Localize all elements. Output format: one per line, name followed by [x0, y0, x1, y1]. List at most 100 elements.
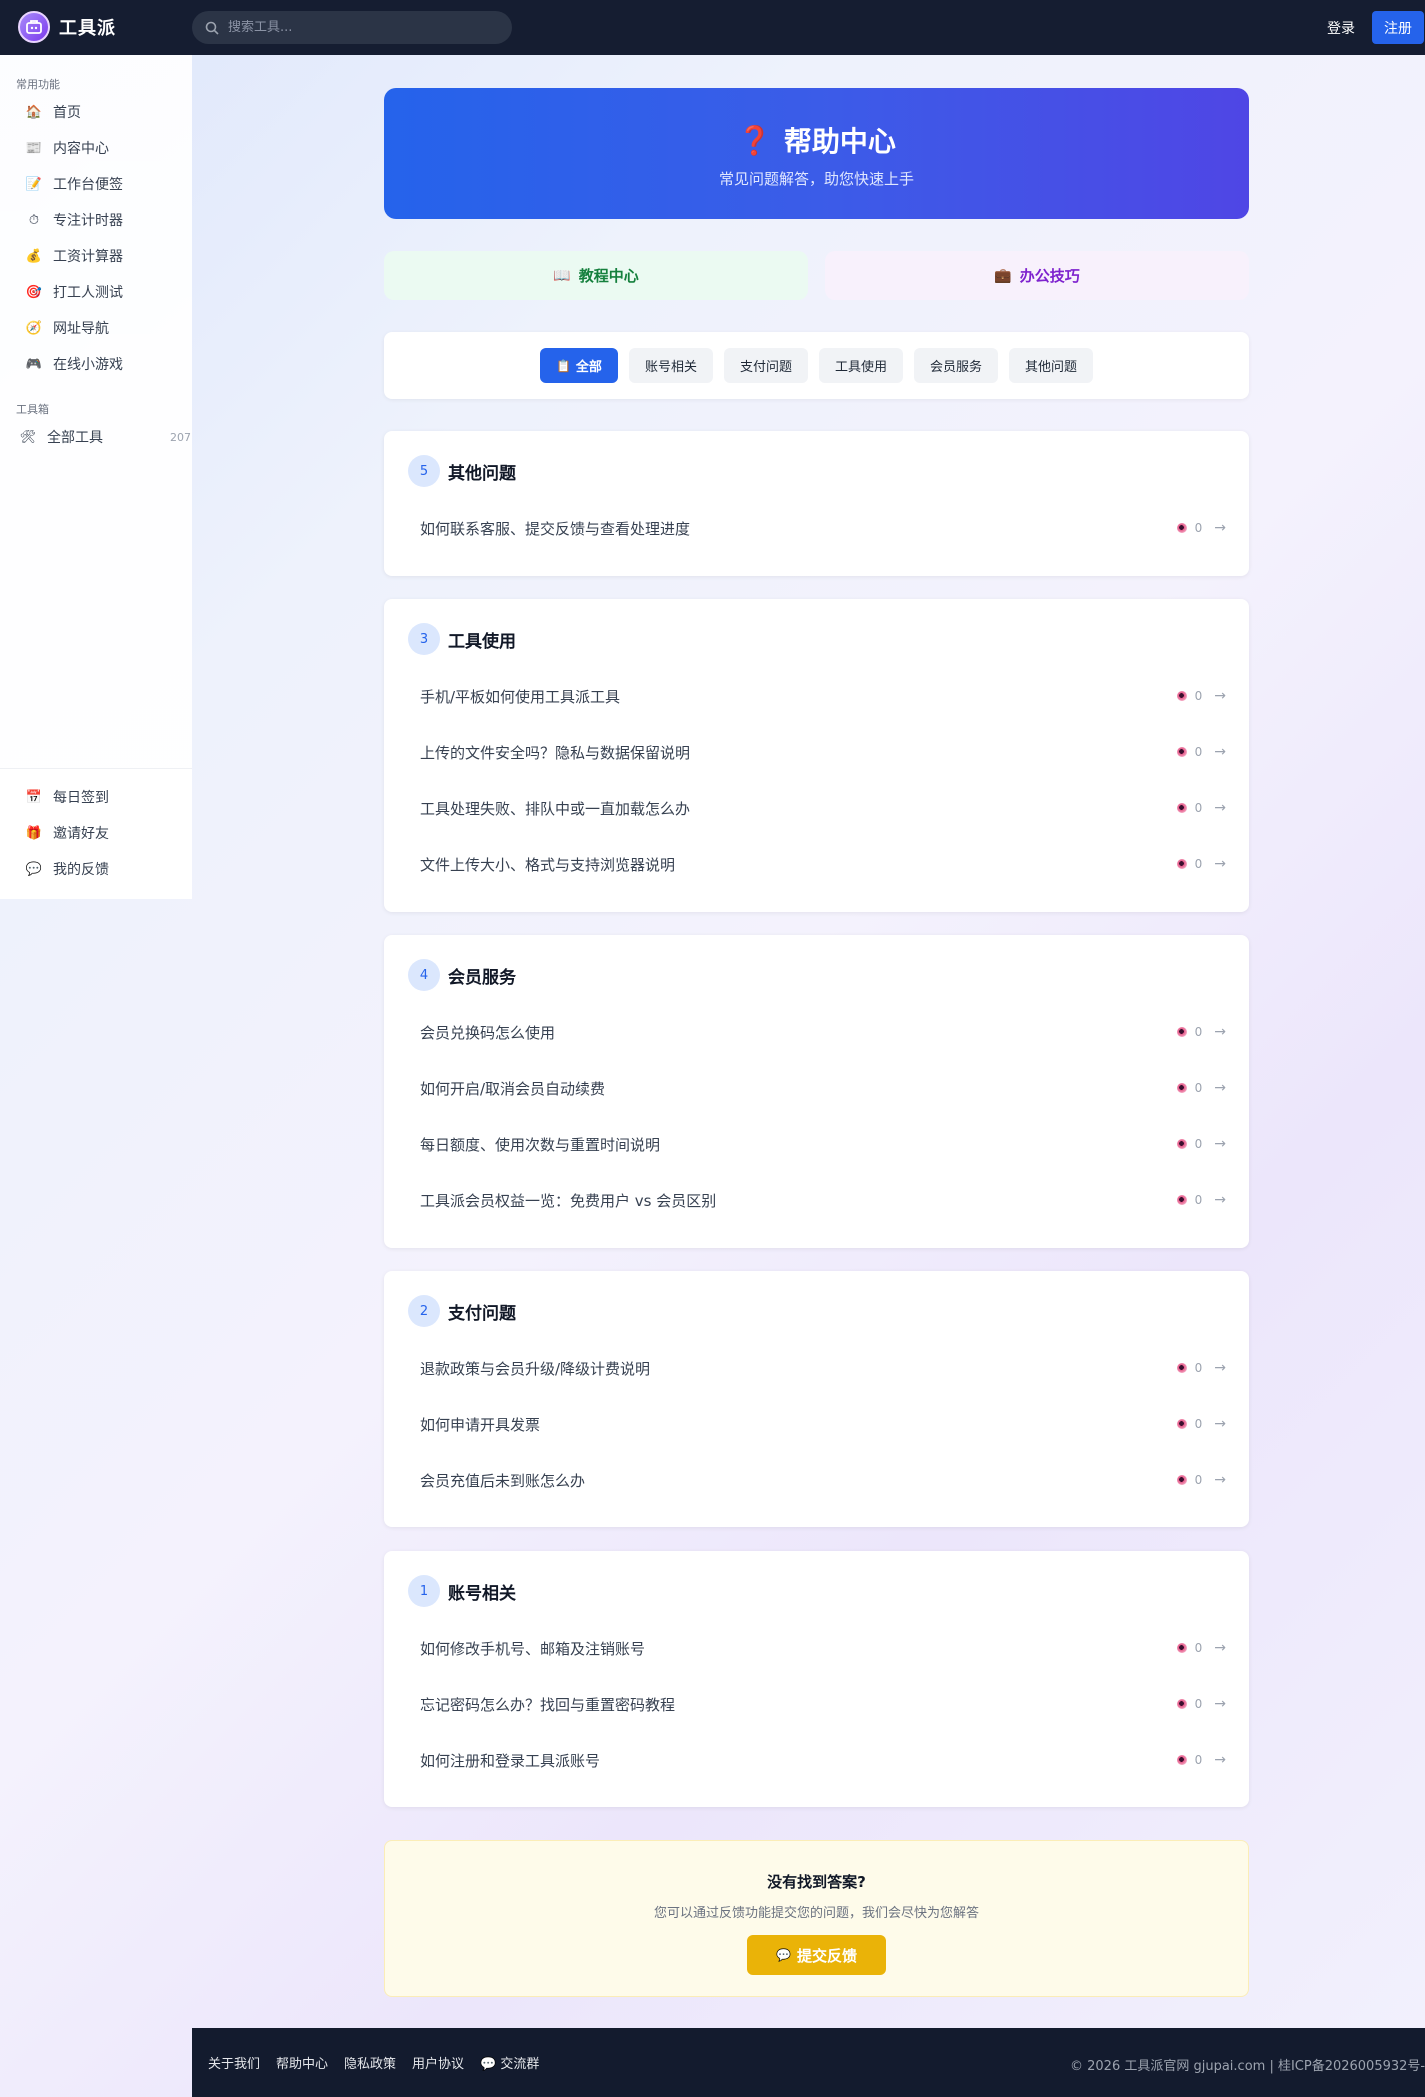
- question-text: 如何注册和登录工具派账号: [420, 1751, 601, 1770]
- sidebar-item-mini-games[interactable]: 🎮 在线小游戏: [25, 354, 123, 374]
- sidebar-item-home[interactable]: 🏠 首页: [25, 102, 81, 122]
- view-count-value: 0: [1194, 689, 1203, 703]
- footer-links: 关于我们 帮助中心 隐私政策 用户协议 💬 交流群: [208, 2053, 539, 2072]
- footer-link-privacy[interactable]: 隐私政策: [344, 2053, 396, 2072]
- faq-question-row[interactable]: 如何申请开具发票 0 →: [420, 1409, 1226, 1439]
- faq-question-row[interactable]: 工具处理失败、排队中或一直加载怎么办 0 →: [420, 793, 1226, 823]
- eye-icon: [1176, 523, 1187, 533]
- faq-group-account: 1 账号相关 如何修改手机号、邮箱及注销账号 0 → 忘记密码怎么办？找回与重置…: [384, 1551, 1249, 1807]
- footer-link-community[interactable]: 💬 交流群: [480, 2053, 539, 2072]
- register-button[interactable]: 注册: [1372, 11, 1424, 44]
- newspaper-icon: 📰: [25, 140, 43, 156]
- faq-group-header: 1 账号相关: [408, 1575, 516, 1607]
- page-subtitle: 常见问题解答，助您快速上手: [718, 170, 914, 188]
- question-text: 如何修改手机号、邮箱及注销账号: [420, 1639, 646, 1658]
- faq-question-row[interactable]: 工具派会员权益一览：免费用户 vs 会员区别 0 →: [420, 1185, 1226, 1215]
- arrow-right-icon: →: [1214, 1080, 1226, 1096]
- view-count-value: 0: [1194, 1137, 1203, 1151]
- arrow-right-icon: →: [1214, 688, 1226, 704]
- faq-filter-bar: 📋 全部 账号相关 支付问题 工具使用 会员服务 其他问题: [384, 332, 1249, 399]
- search-icon: [205, 21, 219, 35]
- faq-question-row[interactable]: 如何注册和登录工具派账号 0 →: [420, 1745, 1226, 1775]
- sidebar-section-toolbox: 工具箱: [16, 403, 49, 416]
- question-text: 会员兑换码怎么使用: [420, 1023, 556, 1042]
- search-box[interactable]: [192, 11, 512, 44]
- eye-icon: [1176, 1755, 1187, 1765]
- login-link[interactable]: 登录: [1327, 18, 1355, 38]
- filter-tool-usage[interactable]: 工具使用: [818, 348, 903, 383]
- brand-logo-link[interactable]: 工具派: [18, 11, 116, 43]
- faq-question-row[interactable]: 每日额度、使用次数与重置时间说明 0 →: [420, 1129, 1226, 1159]
- faq-question-row[interactable]: 文件上传大小、格式与支持浏览器说明 0 →: [420, 849, 1226, 879]
- eye-icon: [1176, 1139, 1187, 1149]
- tools-icon: 🛠: [19, 429, 37, 445]
- group-title: 其他问题: [448, 463, 516, 484]
- sidebar-item-all-tools[interactable]: 🛠 全部工具: [19, 427, 103, 447]
- sidebar-item-label: 专注计时器: [53, 213, 123, 229]
- tutorial-center-card[interactable]: 📖 教程中心: [384, 251, 808, 300]
- search-input[interactable]: [228, 20, 488, 35]
- faq-group-tool-usage: 3 工具使用 手机/平板如何使用工具派工具 0 → 上传的文件安全吗？隐私与数据…: [384, 599, 1249, 912]
- faq-question-row[interactable]: 如何开启/取消会员自动续费 0 →: [420, 1073, 1226, 1103]
- faq-group-payment: 2 支付问题 退款政策与会员升级/降级计费说明 0 → 如何申请开具发票 0 →…: [384, 1271, 1249, 1527]
- view-count: 0: [1176, 1417, 1202, 1431]
- sidebar-item-label: 在线小游戏: [53, 357, 123, 373]
- office-tips-card[interactable]: 💼 办公技巧: [825, 251, 1249, 300]
- question-text: 手机/平板如何使用工具派工具: [420, 687, 621, 706]
- faq-question-row[interactable]: 手机/平板如何使用工具派工具 0 →: [420, 681, 1226, 711]
- sidebar-item-daily-checkin[interactable]: 📅 每日签到: [25, 787, 109, 807]
- view-count-value: 0: [1194, 1641, 1203, 1655]
- view-count-value: 0: [1194, 857, 1203, 871]
- faq-group-other: 5 其他问题 如何联系客服、提交反馈与查看处理进度 0 →: [384, 431, 1249, 576]
- faq-question-row[interactable]: 忘记密码怎么办？找回与重置密码教程 0 →: [420, 1689, 1226, 1719]
- sidebar-item-label: 我的反馈: [53, 862, 109, 878]
- question-text: 工具处理失败、排队中或一直加载怎么办: [420, 799, 691, 818]
- house-icon: 🏠: [25, 104, 43, 120]
- question-mark-icon: ❓: [737, 123, 772, 157]
- sidebar-item-label: 工作台便签: [53, 177, 123, 193]
- gift-icon: 🎁: [25, 825, 43, 841]
- filter-all[interactable]: 📋 全部: [539, 348, 618, 383]
- faq-question-row[interactable]: 上传的文件安全吗？隐私与数据保留说明 0 →: [420, 737, 1226, 767]
- footer: 关于我们 帮助中心 隐私政策 用户协议 💬 交流群 © 2026 工具派官网 g…: [192, 2028, 1425, 2097]
- group-title: 支付问题: [448, 1303, 516, 1324]
- sidebar-item-invite-friends[interactable]: 🎁 邀请好友: [25, 823, 109, 843]
- sidebar-item-focus-timer[interactable]: ⏱ 专注计时器: [25, 210, 123, 230]
- copyright-text: © 2026 工具派官网 gjupai.com | 桂ICP备202600593…: [1070, 2059, 1425, 2074]
- filter-account[interactable]: 账号相关: [628, 348, 713, 383]
- footer-link-help[interactable]: 帮助中心: [276, 2053, 328, 2072]
- view-count-value: 0: [1194, 1753, 1203, 1767]
- sidebar-item-my-feedback[interactable]: 💬 我的反馈: [25, 859, 109, 879]
- top-navbar: 工具派 登录 注册: [0, 0, 1425, 55]
- filter-membership[interactable]: 会员服务: [913, 348, 998, 383]
- submit-feedback-button[interactable]: 💬 提交反馈: [747, 1935, 886, 1975]
- faq-question-row[interactable]: 会员兑换码怎么使用 0 →: [420, 1017, 1226, 1047]
- sidebar-item-notes[interactable]: 📝 工作台便签: [25, 174, 123, 194]
- sidebar-item-url-nav[interactable]: 🧭 网址导航: [25, 318, 109, 338]
- question-text: 如何申请开具发票: [420, 1415, 541, 1434]
- footer-link-about[interactable]: 关于我们: [208, 2053, 260, 2072]
- sidebar-item-worker-test[interactable]: 🎯 打工人测试: [25, 282, 123, 302]
- sidebar-item-label: 每日签到: [53, 790, 109, 806]
- sidebar-item-label: 全部工具: [47, 430, 103, 446]
- gamepad-icon: 🎮: [25, 356, 43, 372]
- faq-question-row[interactable]: 如何修改手机号、邮箱及注销账号 0 →: [420, 1633, 1226, 1663]
- faq-question-row[interactable]: 会员充值后未到账怎么办 0 →: [420, 1465, 1226, 1495]
- sidebar-item-content-center[interactable]: 📰 内容中心: [25, 138, 109, 158]
- faq-question-row[interactable]: 退款政策与会员升级/降级计费说明 0 →: [420, 1353, 1226, 1383]
- view-count: 0: [1176, 745, 1202, 759]
- submit-feedback-label: 提交反馈: [796, 1946, 857, 1965]
- arrow-right-icon: →: [1214, 744, 1226, 760]
- sidebar-item-salary-calculator[interactable]: 💰 工资计算器: [25, 246, 123, 266]
- question-text: 退款政策与会员升级/降级计费说明: [420, 1359, 651, 1378]
- faq-question-row[interactable]: 如何联系客服、提交反馈与查看处理进度 0 →: [420, 513, 1226, 543]
- arrow-right-icon: →: [1214, 1696, 1226, 1712]
- no-answer-title: 没有找到答案?: [767, 1873, 866, 1891]
- group-number-badge: 4: [408, 959, 440, 991]
- eye-icon: [1176, 691, 1187, 701]
- footer-link-terms[interactable]: 用户协议: [412, 2053, 464, 2072]
- filter-payment[interactable]: 支付问题: [723, 348, 808, 383]
- filter-other[interactable]: 其他问题: [1009, 348, 1094, 383]
- arrow-right-icon: →: [1214, 856, 1226, 872]
- question-text: 会员充值后未到账怎么办: [420, 1471, 586, 1490]
